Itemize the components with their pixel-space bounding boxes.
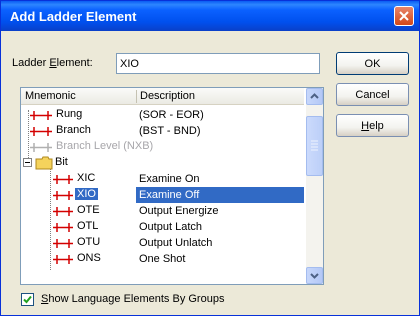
title-bar: Add Ladder Element <box>1 1 419 31</box>
collapse-icon[interactable] <box>23 158 33 168</box>
close-button[interactable] <box>394 6 414 26</box>
instruction-icon <box>53 191 73 200</box>
list-item[interactable]: ONS One Shot <box>21 251 304 267</box>
list-item-selected[interactable]: XIO Examine Off <box>21 187 304 203</box>
list-item[interactable]: OTE Output Energize <box>21 203 304 219</box>
vertical-scrollbar[interactable] <box>306 88 323 284</box>
ladder-element-label: Ladder Element: <box>12 57 93 69</box>
chevron-down-icon <box>310 273 319 279</box>
instruction-icon <box>53 239 73 248</box>
list-item: Branch Level (NXB) <box>21 139 304 155</box>
dialog-title: Add Ladder Element <box>10 8 137 24</box>
scroll-up-button[interactable] <box>306 88 323 105</box>
list-item[interactable]: XIC Examine On <box>21 171 304 187</box>
folder-icon <box>35 156 53 170</box>
tree-folder-bit[interactable]: Bit <box>21 155 304 171</box>
rung-icon <box>30 111 52 120</box>
instruction-icon <box>53 255 73 264</box>
list-header: Mnemonic Description <box>21 88 304 105</box>
list-item[interactable]: Rung (SOR - EOR) <box>21 107 304 123</box>
add-ladder-element-dialog: Add Ladder Element Ladder Element: OK Ca… <box>0 0 420 316</box>
list-item[interactable]: OTL Output Latch <box>21 219 304 235</box>
list-item[interactable]: Branch (BST - BND) <box>21 123 304 139</box>
scroll-down-button[interactable] <box>306 267 323 284</box>
branch-icon <box>30 127 52 136</box>
ladder-element-input[interactable] <box>116 53 320 74</box>
show-groups-checkbox[interactable] <box>21 293 34 306</box>
column-header-description[interactable]: Description <box>140 90 195 102</box>
list-item[interactable]: OTU Output Unlatch <box>21 235 304 251</box>
ladder-element-list[interactable]: Mnemonic Description Rung (SOR - EOR) Br… <box>20 87 324 285</box>
cancel-button[interactable]: Cancel <box>336 83 409 106</box>
column-header-mnemonic[interactable]: Mnemonic <box>25 90 76 102</box>
scroll-thumb[interactable] <box>306 116 323 176</box>
instruction-icon <box>53 175 73 184</box>
close-icon <box>399 11 409 21</box>
show-groups-label[interactable]: Show Language Elements By Groups <box>41 293 224 305</box>
help-button[interactable]: Help <box>336 114 409 137</box>
chevron-up-icon <box>310 93 319 99</box>
grip-icon <box>311 140 318 151</box>
checkmark-icon <box>23 295 32 304</box>
branch-level-icon <box>30 143 52 152</box>
instruction-icon <box>53 207 73 216</box>
ok-button[interactable]: OK <box>336 52 409 75</box>
instruction-icon <box>53 223 73 232</box>
